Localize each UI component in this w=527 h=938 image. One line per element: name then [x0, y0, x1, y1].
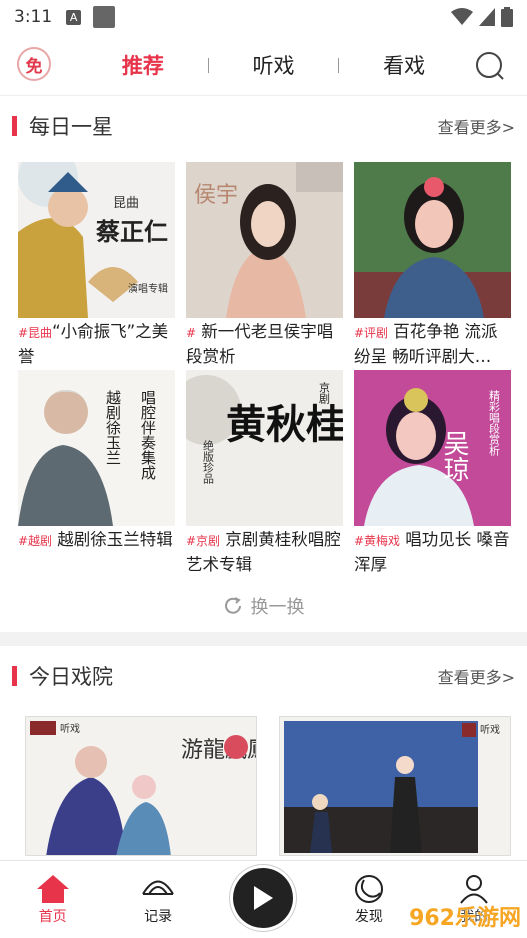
signal-icon	[479, 8, 495, 26]
card-thumbnail[interactable]: 昆曲 蔡正仁 演唱专辑	[18, 162, 175, 318]
refresh-icon	[224, 597, 241, 614]
image-caption-note: 绝版珍品	[202, 439, 215, 484]
tab-divider	[338, 57, 340, 73]
card-caption[interactable]: # 新一代老旦侯宇唱段赏析	[186, 320, 343, 366]
image-caption-name: 蔡正仁	[96, 218, 168, 246]
status-time: 3:11	[14, 7, 53, 27]
site-watermark: 962乐游网	[409, 906, 521, 931]
card-tag: #越剧	[18, 534, 53, 548]
image-caption-note: 精彩唱段赏析	[488, 390, 501, 457]
nav-discover[interactable]: 发现	[329, 874, 409, 926]
play-icon	[254, 885, 274, 910]
card-caption[interactable]: #评剧 百花争艳 流派纷呈 畅听评剧大…	[354, 320, 511, 366]
card-tag: #	[186, 326, 197, 340]
nav-home-label: 首页	[38, 908, 67, 925]
image-caption-name: 黄秋桂	[226, 401, 343, 448]
status-bar: 3:11 A	[0, 0, 527, 34]
star-card[interactable]: 昆曲 蔡正仁 演唱专辑 #昆曲“小俞振飞”之美誉	[18, 162, 175, 366]
search-icon[interactable]	[475, 51, 505, 81]
image-caption-genre: 昆曲	[113, 196, 139, 211]
app-logo[interactable]: 免	[17, 47, 51, 81]
star-grid: 昆曲 蔡正仁 演唱专辑 #昆曲“小俞振飞”之美誉 侯宇 # 新一代老旦侯宇唱段赏…	[0, 156, 527, 574]
card-thumbnail[interactable]: 侯宇	[186, 162, 343, 318]
star-card[interactable]: 吴琼 精彩唱段赏析 #黄梅戏 唱功见长 嗓音浑厚	[354, 370, 511, 574]
see-more-link[interactable]: 查看更多>	[438, 664, 515, 688]
notification-square-icon	[93, 6, 116, 28]
star-card[interactable]: 黄秋桂 京剧 绝版珍品 #京剧 京剧黄桂秋唱腔艺术专辑	[186, 370, 343, 574]
card-tag: #评剧	[354, 326, 389, 340]
section-theater-header: 今日戏院 查看更多>	[0, 646, 527, 706]
see-more-link[interactable]: 查看更多>	[438, 114, 515, 138]
theater-badge: 听戏	[60, 723, 80, 735]
nav-player[interactable]	[223, 867, 303, 928]
card-title: 新一代老旦侯宇唱段赏析	[186, 322, 334, 366]
refresh-button[interactable]: 换一换	[0, 580, 527, 632]
card-title: 越剧徐玉兰特辑	[52, 530, 173, 549]
card-caption[interactable]: #黄梅戏 唱功见长 嗓音浑厚	[354, 528, 511, 574]
section-title: 每日一星	[29, 115, 113, 139]
tab-watch[interactable]: 看戏	[383, 50, 425, 80]
theater-card[interactable]: 听戏 游龍戲鳳	[25, 716, 257, 856]
image-caption-genre: 京剧	[318, 381, 331, 405]
section-accent-bar	[12, 666, 17, 686]
card-thumbnail[interactable]: 黄秋桂 京剧 绝版珍品	[186, 370, 343, 526]
home-icon	[36, 874, 69, 903]
nav-discover-label: 发现	[354, 908, 383, 925]
star-card[interactable]: #评剧 百花争艳 流派纷呈 畅听评剧大…	[354, 162, 511, 366]
image-caption-note: 演唱专辑	[128, 282, 168, 295]
user-icon	[460, 874, 489, 904]
nav-home[interactable]: 首页	[13, 874, 93, 926]
play-button[interactable]	[233, 867, 294, 928]
card-caption[interactable]: #昆曲“小俞振飞”之美誉	[18, 320, 175, 366]
section-daily-star-header: 每日一星 查看更多>	[0, 96, 527, 156]
card-tag: #京剧	[186, 534, 221, 548]
card-thumbnail[interactable]	[354, 162, 511, 318]
battery-icon	[501, 7, 513, 27]
theater-badge: 听戏	[480, 724, 500, 736]
image-caption-note: 唱腔伴奏集成	[139, 390, 157, 481]
card-tag: #黄梅戏	[354, 534, 401, 548]
image-caption-name: 吴琼	[439, 430, 469, 482]
card-caption[interactable]: #越剧 越剧徐玉兰特辑	[18, 528, 175, 574]
tab-divider	[207, 57, 209, 73]
image-caption-name: 侯宇	[194, 183, 238, 208]
image-caption-name: 越剧徐玉兰	[104, 390, 122, 465]
section-title: 今日戏院	[29, 665, 113, 689]
star-card[interactable]: 越剧徐玉兰 唱腔伴奏集成 #越剧 越剧徐玉兰特辑	[18, 370, 175, 574]
notification-a-icon: A	[66, 9, 82, 25]
card-caption[interactable]: #京剧 京剧黄桂秋唱腔艺术专辑	[186, 528, 343, 574]
nav-history-label: 记录	[144, 908, 173, 925]
tab-bar: 推荐 听戏 看戏	[100, 34, 447, 96]
refresh-label: 换一换	[250, 597, 305, 618]
fan-icon	[142, 880, 174, 895]
theater-card[interactable]: 听戏	[279, 716, 511, 856]
tab-recommend[interactable]: 推荐	[122, 50, 164, 80]
section-divider	[0, 632, 527, 646]
moon-icon	[354, 874, 383, 903]
section-accent-bar	[12, 116, 17, 136]
wifi-icon	[451, 8, 473, 25]
star-card[interactable]: 侯宇 # 新一代老旦侯宇唱段赏析	[186, 162, 343, 366]
tab-listen[interactable]: 听戏	[252, 50, 294, 80]
top-navigation: 免 推荐 听戏 看戏	[0, 34, 527, 96]
nav-history[interactable]: 记录	[118, 874, 198, 926]
card-tag: #昆曲	[18, 326, 53, 340]
card-thumbnail[interactable]: 越剧徐玉兰 唱腔伴奏集成	[18, 370, 175, 526]
theater-list: 听戏 游龍戲鳳 听戏	[0, 706, 527, 856]
card-thumbnail[interactable]: 吴琼 精彩唱段赏析	[354, 370, 511, 526]
